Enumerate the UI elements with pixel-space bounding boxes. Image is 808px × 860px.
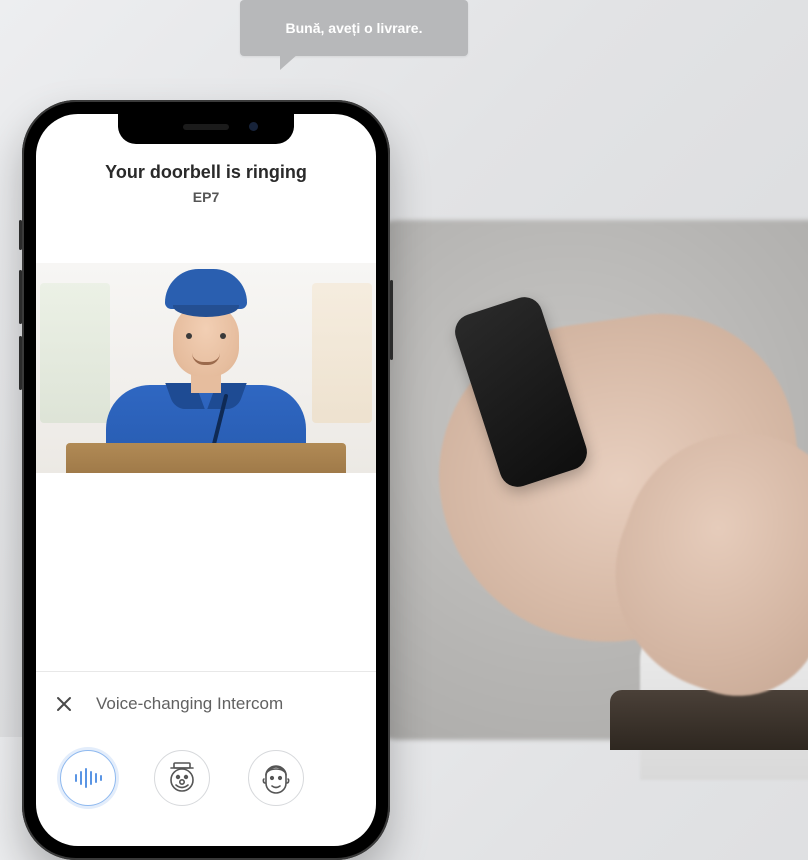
feed-background-right [312, 283, 372, 423]
voice-option-man[interactable] [248, 750, 304, 806]
voice-options-row [36, 736, 376, 846]
doorbell-title: Your doorbell is ringing [36, 162, 376, 183]
phone-device-frame: Your doorbell is ringing EP7 [22, 100, 390, 860]
intercom-panel-title: Voice-changing Intercom [96, 694, 283, 714]
speech-bubble: Bună, aveți o livrare. [240, 0, 468, 56]
intercom-panel-header: Voice-changing Intercom [36, 672, 376, 736]
speech-bubble-text: Bună, aveți o livrare. [286, 20, 423, 36]
voice-option-clown[interactable] [154, 750, 210, 806]
phone-mute-switch [19, 220, 22, 250]
phone-notch [118, 114, 294, 144]
phone-power-button [390, 280, 393, 360]
delivery-person-cap [165, 269, 247, 309]
phone-screen: Your doorbell is ringing EP7 [36, 114, 376, 846]
soundwave-icon [73, 767, 103, 789]
close-icon [56, 696, 72, 712]
doorbell-app-screen: Your doorbell is ringing EP7 [36, 114, 376, 846]
feed-background-left [40, 283, 110, 423]
doorbell-device-name: EP7 [36, 189, 376, 205]
background-belt [610, 690, 808, 750]
doorbell-camera-feed[interactable] [36, 263, 376, 473]
phone-volume-up [19, 270, 22, 324]
clown-icon [166, 761, 198, 795]
phone-volume-down [19, 336, 22, 390]
delivery-package [66, 443, 346, 473]
close-button[interactable] [50, 690, 78, 718]
voice-option-original[interactable] [60, 750, 116, 806]
delivery-person-eyes [186, 333, 226, 339]
man-face-icon [260, 761, 292, 795]
